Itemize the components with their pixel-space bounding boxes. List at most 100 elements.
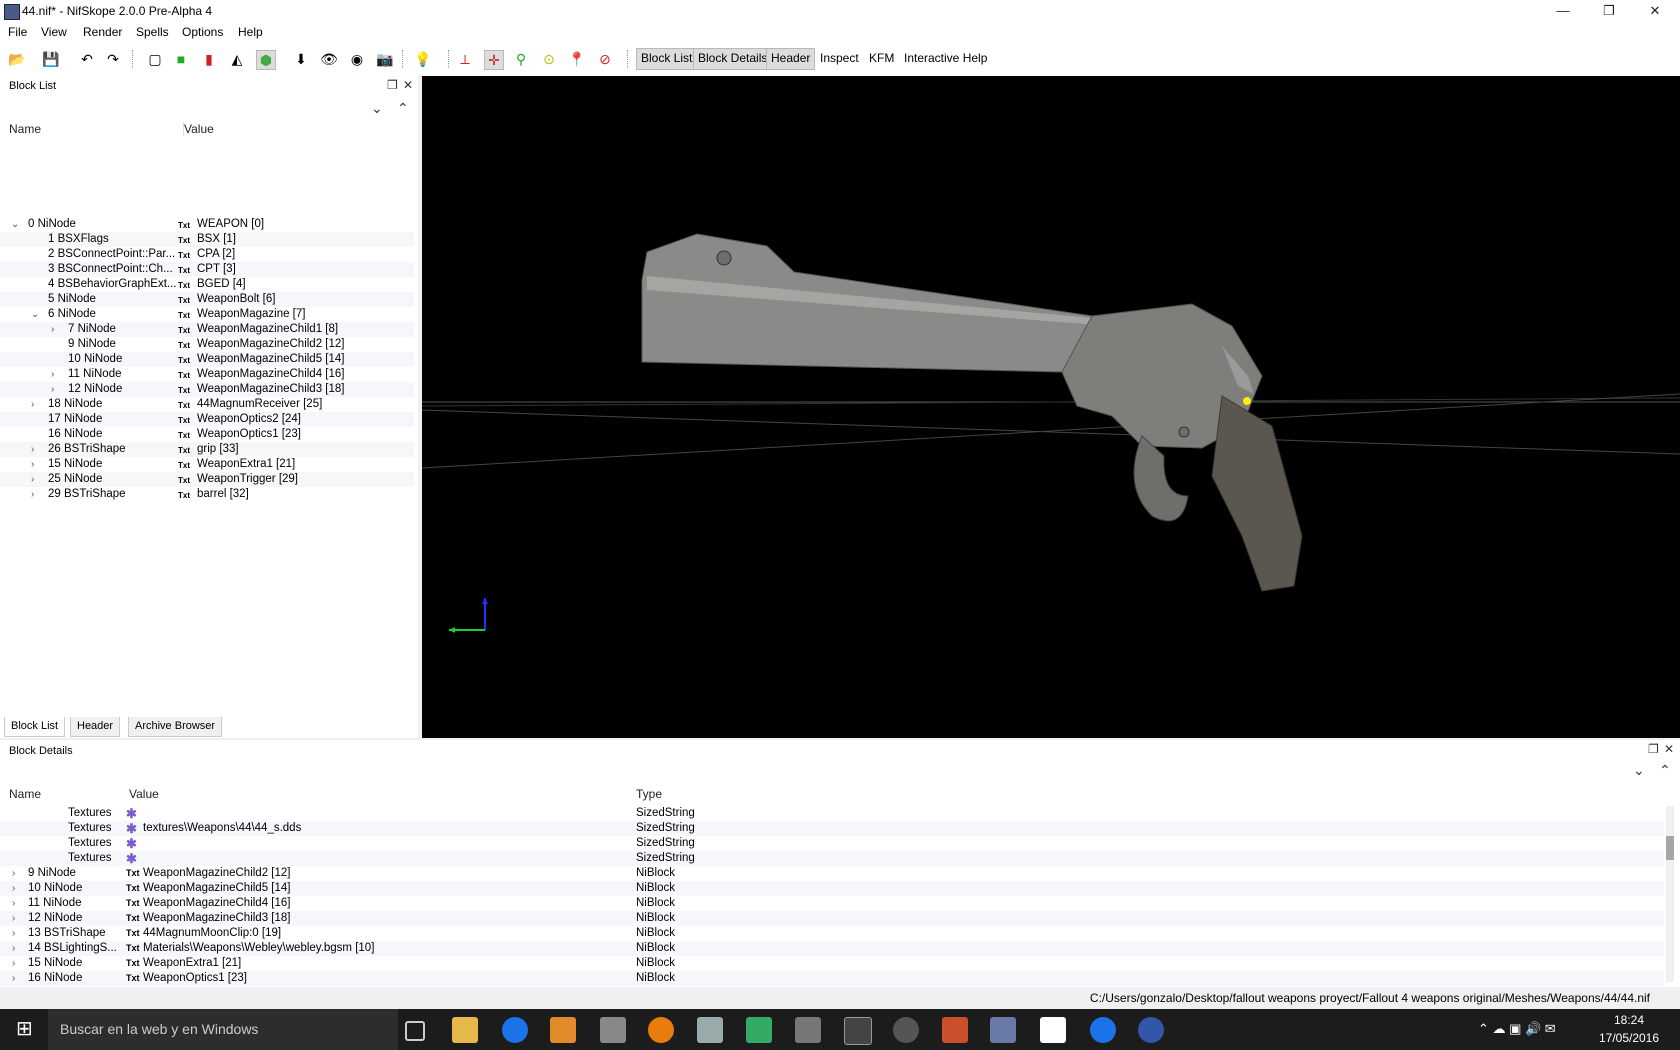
- expand-arrow-icon[interactable]: ›: [12, 956, 15, 971]
- app-icon-2[interactable]: [600, 1017, 626, 1043]
- details-row-value[interactable]: WeaponExtra1 [21]: [143, 956, 241, 971]
- app-icon-9[interactable]: [1040, 1017, 1066, 1043]
- tree-row[interactable]: › 7 NiNode Txt WeaponMagazineChild1 [8]: [0, 322, 414, 337]
- tree-row[interactable]: › 25 NiNode Txt WeaponTrigger [29]: [0, 472, 414, 487]
- app-icon-10[interactable]: [1138, 1017, 1164, 1043]
- inspect-button[interactable]: Inspect: [816, 48, 863, 68]
- render-viewport[interactable]: [422, 76, 1680, 738]
- expand-arrow-icon[interactable]: ⌄: [11, 217, 19, 232]
- app-icon-3[interactable]: [697, 1017, 723, 1043]
- expand-arrow-icon[interactable]: ›: [51, 367, 54, 382]
- view-side-icon[interactable]: ▮: [200, 50, 218, 68]
- app-icon-6[interactable]: [844, 1017, 872, 1045]
- tree-row[interactable]: › 26 BSTriShape Txt grip [33]: [0, 442, 414, 457]
- tree-row[interactable]: › 12 NiNode Txt WeaponMagazineChild3 [18]: [0, 382, 414, 397]
- minimize-button[interactable]: —: [1540, 0, 1586, 22]
- details-row-value[interactable]: 44MagnumMoonClip:0 [19]: [143, 926, 281, 941]
- nodes-icon[interactable]: ⚲: [512, 50, 530, 68]
- hidden-icon[interactable]: ⊘: [596, 50, 614, 68]
- blender-icon[interactable]: [648, 1017, 674, 1043]
- taskbar-date[interactable]: 17/05/2016: [1594, 1031, 1664, 1045]
- float-icon[interactable]: ❐: [387, 78, 398, 92]
- taskbar-time[interactable]: 18:24: [1594, 1013, 1664, 1027]
- details-row-value[interactable]: WeaponMagazineChild5 [14]: [143, 881, 290, 896]
- save-icon[interactable]: 💾: [42, 50, 60, 68]
- details-row[interactable]: Textures ✱ textures\Weapons\44\44_s.dds Siz…: [0, 821, 1664, 836]
- select-icon[interactable]: ⬇: [292, 50, 310, 68]
- viewport-canvas[interactable]: [422, 76, 1680, 738]
- nifskope-task-icon[interactable]: [990, 1017, 1016, 1043]
- menu-spells[interactable]: Spells: [136, 25, 169, 39]
- chrome-icon-2[interactable]: [1090, 1017, 1116, 1043]
- expand-arrow-icon[interactable]: ›: [12, 911, 15, 926]
- expand-all-icon[interactable]: ⌄: [371, 100, 383, 117]
- tab-header[interactable]: Header: [70, 717, 121, 737]
- column-value[interactable]: Value: [183, 122, 214, 136]
- expand-arrow-icon[interactable]: ›: [12, 896, 15, 911]
- grid-icon[interactable]: ✛: [484, 50, 504, 70]
- details-row-value[interactable]: WeaponMagazineChild4 [16]: [143, 896, 290, 911]
- scrollbar-thumb[interactable]: [1666, 836, 1674, 860]
- details-row[interactable]: › 10 NiNode Txt WeaponMagazineChild5 [14] Ni…: [0, 881, 1664, 896]
- app-icon-5[interactable]: [795, 1017, 821, 1043]
- view-top-icon[interactable]: ■: [172, 50, 190, 68]
- expand-arrow-icon[interactable]: ›: [12, 926, 15, 941]
- app-icon-1[interactable]: [550, 1017, 576, 1043]
- details-row[interactable]: › 14 BSLightingS... Txt Materials\Weapons\W…: [0, 941, 1664, 956]
- tab-archive-browser[interactable]: Archive Browser: [128, 717, 223, 737]
- details-column-type[interactable]: Type: [636, 787, 662, 801]
- constraints-icon[interactable]: ⊙: [540, 50, 558, 68]
- details-column-value[interactable]: Value: [129, 787, 159, 801]
- taskbar-search[interactable]: Buscar en la web y en Windows: [48, 1009, 398, 1050]
- details-row[interactable]: › 9 NiNode Txt WeaponMagazineChild2 [12] NiB…: [0, 866, 1664, 881]
- toggle-block-details-button[interactable]: Block Details: [693, 48, 773, 70]
- menu-view[interactable]: View: [41, 25, 67, 39]
- tree-row[interactable]: › 11 NiNode Txt WeaponMagazineChild4 [16]: [0, 367, 414, 382]
- revolver-model[interactable]: [641, 233, 1303, 592]
- tree-row[interactable]: 1 BSXFlags Txt BSX [1]: [0, 232, 414, 247]
- menu-options[interactable]: Options: [182, 25, 223, 39]
- details-column-name[interactable]: Name: [9, 787, 41, 801]
- expand-arrow-icon[interactable]: ›: [31, 487, 34, 502]
- tree-row[interactable]: 4 BSBehaviorGraphExt... Txt BGED [4]: [0, 277, 414, 292]
- tree-row[interactable]: ⌄ 0 NiNode Txt WEAPON [0]: [0, 217, 414, 232]
- details-row-value[interactable]: WeaponMagazineChild3 [18]: [143, 911, 290, 926]
- details-row[interactable]: Textures ✱ SizedString: [0, 836, 1664, 851]
- toggle-header-button[interactable]: Header: [766, 48, 816, 70]
- open-icon[interactable]: 📂: [8, 50, 26, 68]
- tree-row[interactable]: › 29 BSTriShape Txt barrel [32]: [0, 487, 414, 502]
- toggle-block-list-button[interactable]: Block List: [636, 48, 698, 70]
- tray-icons[interactable]: ⌃ ☁ ▣ 🔊 ✉: [1478, 1021, 1556, 1037]
- tree-row[interactable]: › 15 NiNode Txt WeaponExtra1 [21]: [0, 457, 414, 472]
- expand-arrow-icon[interactable]: ›: [31, 472, 34, 487]
- collapse-all-icon[interactable]: ⌃: [397, 100, 409, 117]
- redo-icon[interactable]: ↷: [104, 50, 122, 68]
- tree-row[interactable]: ⌄ 6 NiNode Txt WeaponMagazine [7]: [0, 307, 414, 322]
- explorer-icon[interactable]: [452, 1017, 478, 1043]
- details-row[interactable]: › 11 NiNode Txt WeaponMagazineChild4 [16] Ni…: [0, 896, 1664, 911]
- view-front-icon[interactable]: ▢: [146, 50, 164, 68]
- menu-render[interactable]: Render: [83, 25, 122, 39]
- expand-arrow-icon[interactable]: ›: [31, 442, 34, 457]
- tree-row[interactable]: 5 NiNode Txt WeaponBolt [6]: [0, 292, 414, 307]
- axes-icon[interactable]: ⟂: [456, 50, 474, 68]
- close-button[interactable]: ✕: [1632, 0, 1678, 22]
- task-view-icon[interactable]: [405, 1021, 425, 1041]
- details-close-icon[interactable]: ✕: [1664, 742, 1674, 756]
- tree-row[interactable]: 9 NiNode Txt WeaponMagazineChild2 [12]: [0, 337, 414, 352]
- tree-row[interactable]: 10 NiNode Txt WeaponMagazineChild5 [14]: [0, 352, 414, 367]
- expand-arrow-icon[interactable]: ›: [31, 397, 34, 412]
- undo-icon[interactable]: ↶: [78, 50, 96, 68]
- interactive-help-button[interactable]: Interactive Help: [900, 48, 991, 68]
- perspective-icon[interactable]: ⬢: [256, 50, 276, 70]
- flip-view-icon[interactable]: ◭: [228, 50, 246, 68]
- kfm-button[interactable]: KFM: [865, 48, 898, 68]
- windows-start-icon[interactable]: ⊞: [16, 1019, 33, 1039]
- expand-arrow-icon[interactable]: ›: [12, 866, 15, 881]
- tab-block-list[interactable]: Block List: [4, 717, 66, 737]
- expand-arrow-icon[interactable]: ›: [51, 322, 54, 337]
- expand-arrow-icon[interactable]: ›: [12, 881, 15, 896]
- expand-arrow-icon[interactable]: ›: [31, 457, 34, 472]
- details-row-value[interactable]: WeaponMagazineChild2 [12]: [143, 866, 290, 881]
- eye-icon[interactable]: 👁: [320, 50, 338, 68]
